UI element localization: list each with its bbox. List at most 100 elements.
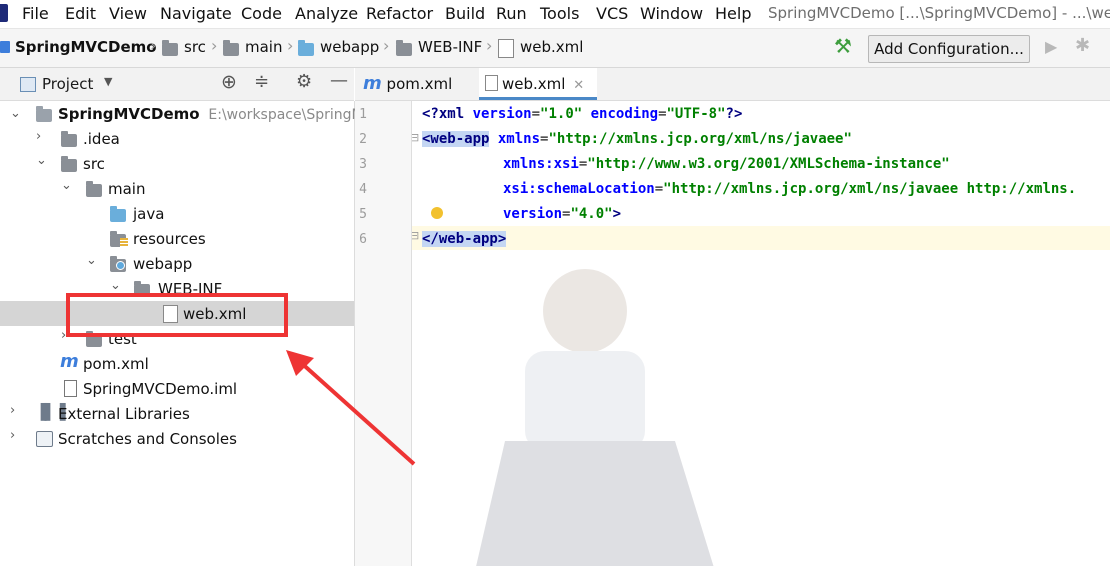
add-configuration-button[interactable]: Add Configuration... bbox=[868, 35, 1030, 63]
line-gutter: 1 2 3 4 5 6 ⊟ ⊟ bbox=[355, 101, 443, 566]
editor-tabs: m pom.xml web.xml ✕ bbox=[355, 68, 1110, 101]
module-file-icon bbox=[64, 380, 77, 397]
hammer-icon[interactable]: ⚒ bbox=[834, 34, 852, 58]
chevron-down-icon[interactable]: ⌄ bbox=[86, 253, 97, 268]
menu-edit[interactable]: Edit bbox=[65, 4, 96, 23]
chevron-right-icon: › bbox=[211, 36, 218, 55]
breadcrumb-main[interactable]: main bbox=[245, 38, 282, 56]
project-icon bbox=[20, 77, 36, 92]
settings-icon[interactable]: ⚙ bbox=[296, 71, 312, 92]
code-line-3: xmlns:xsi="http://www.w3.org/2001/XMLSch… bbox=[503, 156, 950, 172]
tab-web-xml[interactable]: web.xml ✕ bbox=[479, 68, 597, 100]
code-line-1: <?xml version="1.0" encoding="UTF-8"?> bbox=[422, 106, 743, 122]
menu-navigate[interactable]: Navigate bbox=[160, 4, 232, 23]
chevron-right-icon: › bbox=[486, 36, 493, 55]
folder-icon bbox=[36, 106, 52, 122]
web-badge-icon bbox=[116, 261, 125, 270]
module-icon bbox=[0, 41, 10, 53]
breadcrumb-project[interactable]: SpringMVCDemo bbox=[15, 38, 157, 56]
breadcrumb-src[interactable]: src bbox=[184, 38, 206, 56]
gutter-divider bbox=[411, 101, 412, 566]
menu-code[interactable]: Code bbox=[241, 4, 282, 23]
scratches-icon bbox=[36, 431, 53, 447]
menu-vcs[interactable]: VCS bbox=[596, 4, 628, 23]
tab-label: web.xml bbox=[502, 75, 566, 93]
tree-item-scratches[interactable]: Scratches and Consoles bbox=[58, 427, 237, 451]
tree-item-iml[interactable]: SpringMVCDemo.iml bbox=[83, 377, 237, 401]
menu-tools[interactable]: Tools bbox=[540, 4, 579, 23]
chevron-down-icon[interactable]: ⌄ bbox=[10, 106, 21, 121]
menu-build[interactable]: Build bbox=[445, 4, 485, 23]
menu-run[interactable]: Run bbox=[496, 4, 527, 23]
line-number: 2 bbox=[359, 132, 367, 147]
project-panel-title[interactable]: Project bbox=[42, 75, 93, 93]
folder-icon bbox=[61, 156, 77, 172]
line-number: 6 bbox=[359, 232, 367, 247]
bulb-icon[interactable] bbox=[431, 207, 443, 219]
folder-icon bbox=[396, 40, 412, 56]
chevron-right-icon: › bbox=[150, 36, 157, 55]
breadcrumb-web-inf[interactable]: WEB-INF bbox=[418, 38, 482, 56]
tab-pom-xml[interactable]: m pom.xml bbox=[363, 68, 481, 100]
chevron-right-icon: › bbox=[287, 36, 294, 55]
maven-icon: m bbox=[60, 351, 79, 372]
breadcrumb-webapp[interactable]: webapp bbox=[320, 38, 379, 56]
chevron-down-icon[interactable]: ⌄ bbox=[61, 178, 72, 193]
tab-label: pom.xml bbox=[386, 75, 453, 93]
annotation-highlight-box bbox=[66, 293, 288, 337]
close-icon[interactable]: ✕ bbox=[573, 78, 584, 93]
line-number: 4 bbox=[359, 182, 367, 197]
breadcrumb-web-xml[interactable]: web.xml bbox=[520, 38, 583, 56]
tree-item-java[interactable]: java bbox=[133, 202, 164, 226]
line-number: 3 bbox=[359, 157, 367, 172]
folder-icon bbox=[162, 40, 178, 56]
web-folder-icon bbox=[298, 40, 314, 56]
run-icon[interactable]: ▶ bbox=[1045, 37, 1057, 56]
chevron-right-icon: › bbox=[383, 36, 390, 55]
chevron-right-icon[interactable]: › bbox=[36, 129, 41, 144]
menu-window[interactable]: Window bbox=[640, 4, 703, 23]
tree-item-pom-xml[interactable]: pom.xml bbox=[83, 352, 149, 376]
current-line-highlight bbox=[411, 226, 1110, 250]
code-line-4: xsi:schemaLocation="http://xmlns.jcp.org… bbox=[503, 181, 1077, 197]
folder-icon bbox=[223, 40, 239, 56]
tree-item-external-libraries[interactable]: External Libraries bbox=[58, 402, 190, 426]
code-editor[interactable]: 1 2 3 4 5 6 ⊟ ⊟ <?xml version="1.0" enco… bbox=[355, 101, 1110, 566]
tree-item-resources[interactable]: resources bbox=[133, 227, 206, 251]
menu-file[interactable]: File bbox=[22, 4, 49, 23]
maven-icon: m bbox=[363, 73, 382, 94]
tree-item-main[interactable]: main bbox=[108, 177, 145, 201]
chevron-right-icon[interactable]: › bbox=[10, 428, 15, 443]
menu-view[interactable]: View bbox=[109, 4, 147, 23]
menu-analyze[interactable]: Analyze bbox=[295, 4, 358, 23]
menu-refactor[interactable]: Refactor bbox=[366, 4, 433, 23]
tree-item-webapp[interactable]: webapp bbox=[133, 252, 192, 276]
tree-item-label: SpringMVCDemo bbox=[58, 105, 200, 123]
tree-item-springmvcdemo[interactable]: SpringMVCDemo E:\workspace\SpringM bbox=[58, 102, 364, 126]
collapse-icon[interactable]: ≑ bbox=[254, 71, 269, 92]
xml-file-icon bbox=[498, 39, 514, 58]
code-line-2: <web-app xmlns="http://xmlns.jcp.org/xml… bbox=[422, 131, 852, 147]
folder-icon bbox=[86, 181, 102, 197]
intellij-logo-icon bbox=[0, 4, 8, 22]
debug-icon[interactable]: ✱ bbox=[1075, 35, 1090, 56]
window-title: SpringMVCDemo [...\SpringMVCDemo] - ...\… bbox=[768, 4, 1110, 22]
menu-help[interactable]: Help bbox=[715, 4, 751, 23]
annotation-arrow-icon bbox=[286, 350, 416, 466]
folder-icon bbox=[61, 131, 77, 147]
background-image bbox=[476, 269, 714, 566]
project-panel-header: Project ▼ ⊕ ≑ ⚙ — bbox=[0, 68, 354, 101]
tree-item-src[interactable]: src bbox=[83, 152, 105, 176]
source-folder-icon bbox=[110, 206, 126, 222]
chevron-down-icon[interactable]: ⌄ bbox=[110, 278, 121, 293]
chevron-down-icon[interactable]: ⌄ bbox=[36, 153, 47, 168]
menu-bar: File Edit View Navigate Code Analyze Ref… bbox=[0, 0, 1110, 29]
locate-icon[interactable]: ⊕ bbox=[221, 71, 237, 93]
code-line-5: version="4.0"> bbox=[503, 206, 622, 222]
line-number: 1 bbox=[359, 107, 367, 122]
minimize-icon[interactable]: — bbox=[330, 70, 348, 91]
chevron-right-icon[interactable]: › bbox=[10, 403, 15, 418]
tree-item-idea[interactable]: .idea bbox=[83, 127, 120, 151]
dropdown-arrow-icon[interactable]: ▼ bbox=[104, 75, 112, 88]
xml-file-icon bbox=[485, 75, 498, 91]
